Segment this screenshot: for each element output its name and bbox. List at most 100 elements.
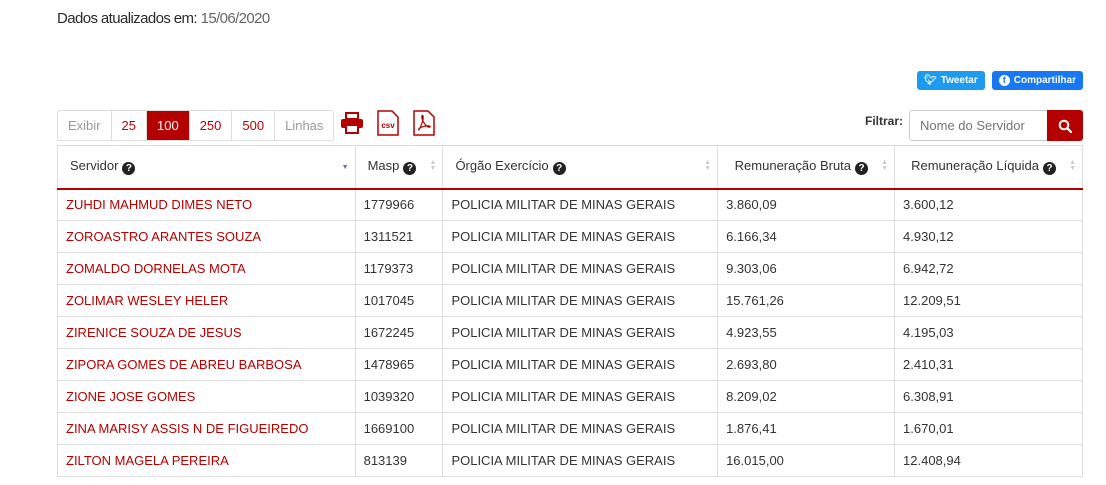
- column-title: Masp: [367, 158, 400, 174]
- tweet-label: Tweetar: [940, 75, 978, 86]
- length-option-500[interactable]: 500: [232, 111, 276, 140]
- servant-name-link[interactable]: ZIRENICE SOUZA DE JESUS: [57, 316, 356, 349]
- orgao-cell: POLICIA MILITAR DE MINAS GERAIS: [442, 220, 719, 253]
- updated-date: 15/06/2020: [200, 10, 271, 27]
- table-header-row: Servidor? ▼ Masp? ▲ ▼ Órgão Exercício? ▲ ▼…: [57, 145, 1083, 190]
- csv-icon-text: csv: [381, 121, 395, 130]
- help-icon[interactable]: ?: [1043, 162, 1056, 176]
- gross-pay-cell: 6.166,34: [717, 220, 896, 253]
- orgao-cell: POLICIA MILITAR DE MINAS GERAIS: [442, 316, 719, 349]
- net-pay-cell: 3.600,12: [894, 188, 1083, 221]
- table-row: ZOMALDO DORNELAS MOTA 1179373 POLICIA MI…: [57, 252, 1083, 285]
- servant-name-link[interactable]: ZOMALDO DORNELAS MOTA: [57, 252, 356, 285]
- masp-cell: 813139: [354, 444, 444, 477]
- length-option-250[interactable]: 250: [190, 111, 233, 140]
- net-pay-cell: 12.408,94: [894, 444, 1083, 477]
- sort-icon: ▲ ▼: [1069, 159, 1076, 172]
- help-icon[interactable]: ?: [403, 162, 417, 176]
- servants-table: Servidor? ▼ Masp? ▲ ▼ Órgão Exercício? ▲ ▼…: [57, 145, 1083, 477]
- tweet-button[interactable]: 🐦︎ Tweetar: [917, 71, 985, 90]
- search-button[interactable]: [1047, 110, 1083, 141]
- servant-name-link[interactable]: ZOLIMAR WESLEY HELER: [57, 284, 356, 317]
- table-row: ZOROASTRO ARANTES SOUZA 1311521 POLICIA …: [57, 220, 1083, 253]
- gross-pay-cell: 1.876,41: [717, 412, 896, 445]
- filter-input[interactable]: [909, 110, 1047, 141]
- column-header-orgao[interactable]: Órgão Exercício? ▲ ▼: [442, 145, 719, 190]
- servant-name-link[interactable]: ZILTON MAGELA PEREIRA: [57, 444, 356, 477]
- orgao-cell: POLICIA MILITAR DE MINAS GERAIS: [442, 444, 719, 477]
- facebook-icon: f: [998, 75, 1010, 86]
- column-header-servidor[interactable]: Servidor? ▼: [57, 145, 356, 190]
- show-label: Exibir: [58, 111, 112, 140]
- masp-cell: 1669100: [354, 412, 444, 445]
- column-title: Remuneração Líquida: [911, 158, 1039, 174]
- column-title: Servidor: [70, 158, 119, 174]
- rows-label: Linhas: [285, 118, 324, 133]
- export-buttons: csv: [340, 109, 436, 137]
- sort-icon: ▲ ▼: [429, 159, 437, 172]
- filter-bar: Filtrar:: [865, 110, 1083, 141]
- page-length-selector: Exibir 25 100 250 500 Linhas: [57, 110, 335, 141]
- masp-cell: 1672245: [354, 316, 444, 349]
- help-icon[interactable]: ?: [552, 162, 566, 176]
- masp-cell: 1311521: [354, 220, 444, 253]
- sort-desc-icon: ▼: [341, 164, 349, 171]
- orgao-cell: POLICIA MILITAR DE MINAS GERAIS: [442, 412, 719, 445]
- share-button[interactable]: f Compartilhar: [991, 71, 1083, 90]
- printer-icon[interactable]: [340, 109, 364, 137]
- net-pay-cell: 6.942,72: [894, 252, 1083, 285]
- csv-icon[interactable]: csv: [376, 109, 400, 137]
- orgao-cell: POLICIA MILITAR DE MINAS GERAIS: [442, 284, 719, 317]
- orgao-cell: POLICIA MILITAR DE MINAS GERAIS: [442, 252, 719, 285]
- gross-pay-cell: 4.923,55: [717, 316, 896, 349]
- servant-name-link[interactable]: ZOROASTRO ARANTES SOUZA: [57, 220, 356, 253]
- column-header-bruta[interactable]: Remuneração Bruta? ▲ ▼: [717, 145, 896, 190]
- orgao-cell: POLICIA MILITAR DE MINAS GERAIS: [442, 380, 719, 413]
- gross-pay-cell: 16.015,00: [717, 444, 896, 477]
- net-pay-cell: 4.195,03: [894, 316, 1083, 349]
- masp-cell: 1179373: [354, 252, 444, 285]
- servant-name-link[interactable]: ZINA MARISY ASSIS N DE FIGUEIREDO: [57, 412, 356, 445]
- updated-label: Dados atualizados em:: [57, 10, 198, 27]
- orgao-cell: POLICIA MILITAR DE MINAS GERAIS: [442, 188, 719, 221]
- net-pay-cell: 2.410,31: [894, 348, 1083, 381]
- column-header-liquida[interactable]: Remuneração Líquida? ▲ ▼: [894, 145, 1083, 190]
- help-icon[interactable]: ?: [855, 162, 869, 176]
- gross-pay-cell: 9.303,06: [717, 252, 896, 285]
- search-icon: [1058, 119, 1072, 133]
- servant-name-link[interactable]: ZIPORA GOMES DE ABREU BARBOSA: [57, 348, 356, 381]
- masp-cell: 1478965: [354, 348, 444, 381]
- gross-pay-cell: 8.209,02: [717, 380, 896, 413]
- table-row: ZOLIMAR WESLEY HELER 1017045 POLICIA MIL…: [57, 284, 1083, 317]
- gross-pay-cell: 15.761,26: [717, 284, 896, 317]
- updated-info: Dados atualizados em: 15/06/2020: [57, 10, 270, 27]
- column-header-masp[interactable]: Masp? ▲ ▼: [354, 145, 444, 190]
- table-row: ZINA MARISY ASSIS N DE FIGUEIREDO 166910…: [57, 412, 1083, 445]
- net-pay-cell: 12.209,51: [894, 284, 1083, 317]
- pdf-icon[interactable]: [412, 109, 436, 137]
- gross-pay-cell: 3.860,09: [717, 188, 896, 221]
- net-pay-cell: 4.930,12: [894, 220, 1083, 253]
- help-icon[interactable]: ?: [122, 162, 136, 176]
- table-row: ZIRENICE SOUZA DE JESUS 1672245 POLICIA …: [57, 316, 1083, 349]
- masp-cell: 1039320: [354, 380, 444, 413]
- table-row: ZIPORA GOMES DE ABREU BARBOSA 1478965 PO…: [57, 348, 1083, 381]
- net-pay-cell: 1.670,01: [894, 412, 1083, 445]
- sort-icon: ▲ ▼: [704, 159, 712, 172]
- orgao-cell: POLICIA MILITAR DE MINAS GERAIS: [442, 348, 719, 381]
- column-title: Órgão Exercício: [455, 158, 549, 174]
- gross-pay-cell: 2.693,80: [717, 348, 896, 381]
- social-buttons: 🐦︎ Tweetar f Compartilhar: [917, 71, 1083, 90]
- sort-icon: ▲ ▼: [881, 159, 889, 172]
- net-pay-cell: 6.308,91: [894, 380, 1083, 413]
- length-option-100[interactable]: 100: [146, 111, 190, 140]
- servant-name-link[interactable]: ZUHDI MAHMUD DIMES NETO: [57, 188, 356, 221]
- share-label: Compartilhar: [1013, 75, 1076, 86]
- table-row: ZILTON MAGELA PEREIRA 813139 POLICIA MIL…: [57, 444, 1083, 477]
- filter-label: Filtrar:: [864, 114, 903, 128]
- length-option-25[interactable]: 25: [112, 111, 147, 140]
- table-row: ZUHDI MAHMUD DIMES NETO 1779966 POLICIA …: [57, 188, 1083, 221]
- column-title: Remuneração Bruta: [734, 158, 852, 174]
- servant-name-link[interactable]: ZIONE JOSE GOMES: [57, 380, 356, 413]
- twitter-icon: 🐦︎: [924, 75, 937, 86]
